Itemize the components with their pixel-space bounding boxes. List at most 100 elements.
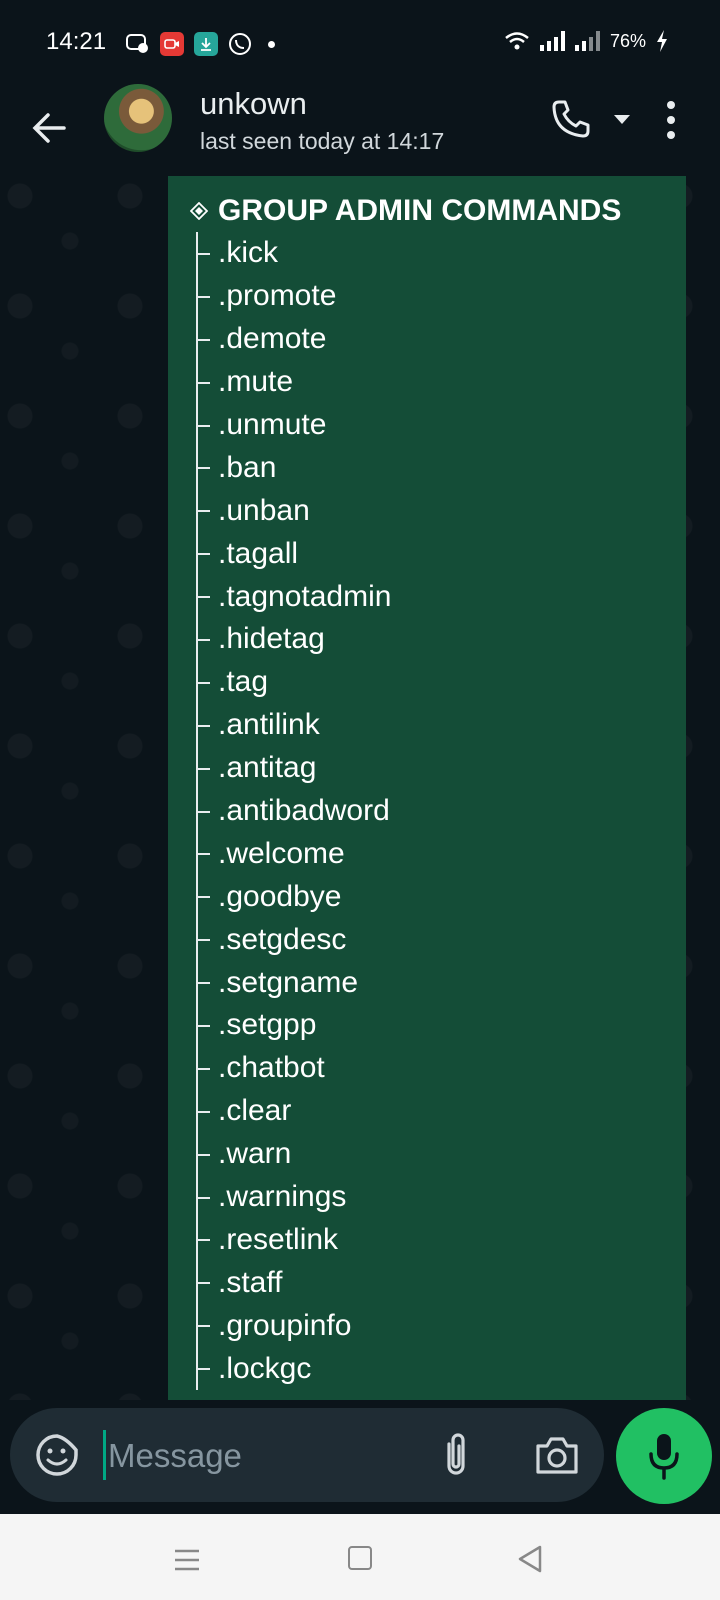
command-text: .staff	[218, 1265, 283, 1299]
voice-message-button[interactable]	[616, 1408, 712, 1504]
home-icon[interactable]	[348, 1546, 372, 1570]
tree-branch-icon	[190, 832, 218, 876]
tree-branch-icon	[190, 1132, 218, 1176]
tree-branch-icon	[190, 274, 218, 318]
tree-branch-icon	[190, 1347, 218, 1390]
download-icon	[194, 32, 218, 56]
tree-branch-icon	[190, 618, 218, 661]
sticker-emoji-icon[interactable]	[34, 1432, 80, 1478]
command-text: .clear	[218, 1094, 292, 1128]
wifi-icon	[505, 32, 529, 50]
command-text: .chatbot	[218, 1051, 325, 1085]
message-input[interactable]	[106, 1426, 410, 1486]
command-text: .hidetag	[218, 622, 325, 656]
command-item: .chatbot	[190, 1046, 391, 1090]
command-item: .promote	[190, 274, 391, 318]
notification-icons	[126, 32, 275, 56]
tree-branch-icon	[190, 1304, 218, 1348]
recent-apps-icon[interactable]	[172, 1548, 202, 1572]
call-dropdown-icon[interactable]	[612, 112, 632, 126]
more-notifications-dot	[268, 40, 275, 48]
battery-percentage: 76%	[609, 30, 646, 51]
command-text: .unban	[218, 493, 310, 527]
command-text: .unmute	[218, 408, 327, 441]
command-item: .antitag	[190, 746, 391, 790]
command-item: .welcome	[190, 832, 391, 876]
video-recording-icon	[160, 32, 184, 56]
command-text: .kick	[218, 236, 278, 270]
message-composer	[10, 1408, 604, 1502]
message-title: GROUP ADMIN COMMANDS	[190, 194, 621, 228]
signal-icon	[539, 31, 565, 51]
back-arrow-icon[interactable]	[28, 106, 72, 150]
tree-branch-icon	[190, 660, 218, 704]
status-bar: 14:21 76%	[0, 0, 720, 88]
command-item: .setgpp	[190, 1004, 391, 1047]
command-text: .tag	[218, 665, 269, 699]
command-item: .unban	[190, 489, 391, 533]
microphone-icon	[649, 1434, 679, 1480]
command-text: .promote	[218, 279, 337, 313]
command-item: .mute	[190, 360, 391, 404]
tree-branch-icon	[190, 1089, 218, 1133]
command-item: .hidetag	[190, 618, 391, 661]
command-item: .setgdesc	[190, 918, 391, 962]
command-list: .kick .promote .demote .mute .unmute .ban .unb…	[190, 232, 391, 1390]
signal-icon-2	[574, 31, 600, 51]
tree-branch-icon	[190, 918, 218, 962]
command-item: .unmute	[190, 403, 391, 447]
command-text: .tagall	[218, 536, 299, 570]
command-item: .groupinfo	[190, 1304, 391, 1348]
last-seen-status[interactable]: last seen today at 14:17	[200, 128, 444, 155]
tree-branch-icon	[190, 961, 218, 1004]
tree-branch-icon	[190, 575, 218, 618]
tree-branch-icon	[190, 360, 218, 404]
tree-branch-icon	[190, 1261, 218, 1305]
attach-icon[interactable]	[438, 1430, 474, 1480]
system-indicators: 76%	[504, 30, 668, 52]
command-text: .resetlink	[218, 1222, 339, 1256]
tree-branch-icon	[190, 232, 218, 275]
command-text: .setgname	[218, 965, 359, 999]
tree-branch-icon	[190, 1046, 218, 1090]
tree-branch-icon	[190, 1175, 218, 1219]
command-text: .setgdesc	[218, 922, 347, 956]
tree-branch-icon	[190, 789, 218, 833]
command-text: .welcome	[218, 836, 345, 870]
command-text: .antitag	[218, 751, 317, 785]
camera-icon[interactable]	[534, 1434, 580, 1476]
command-text: .antilink	[218, 708, 320, 742]
command-text: .mute	[218, 365, 294, 399]
message-bubble[interactable]: GROUP ADMIN COMMANDS .kick .promote .demot…	[168, 176, 686, 1400]
command-text: .groupinfo	[218, 1308, 352, 1342]
command-text: .ban	[218, 450, 277, 484]
avatar[interactable]	[104, 84, 172, 152]
phone-icon[interactable]	[550, 98, 592, 140]
more-options-icon[interactable]	[664, 100, 678, 140]
tree-branch-icon	[190, 703, 218, 747]
command-item: .setgname	[190, 961, 391, 1004]
command-text: .warn	[218, 1137, 292, 1171]
command-item: .staff	[190, 1261, 391, 1305]
tree-branch-icon	[190, 746, 218, 790]
messenger-icon	[126, 32, 150, 56]
contact-name[interactable]: unkown	[200, 86, 307, 122]
tree-branch-icon	[190, 875, 218, 919]
command-text: .lockgc	[218, 1351, 312, 1385]
command-item: .tagall	[190, 532, 391, 576]
command-text: .demote	[218, 322, 327, 356]
chat-area[interactable]: GROUP ADMIN COMMANDS .kick .promote .demot…	[0, 176, 720, 1400]
command-item: .resetlink	[190, 1218, 391, 1262]
status-time: 14:21	[46, 28, 107, 55]
command-text: .goodbye	[218, 879, 342, 913]
whatsapp-icon	[228, 32, 252, 56]
command-text: .antibadword	[218, 794, 390, 828]
tree-branch-icon	[190, 532, 218, 576]
tree-branch-icon	[190, 317, 218, 361]
tree-branch-icon	[190, 489, 218, 533]
command-item: .lockgc	[190, 1347, 391, 1390]
back-triangle-icon[interactable]	[516, 1544, 544, 1574]
command-item: .antilink	[190, 703, 391, 747]
command-item: .antibadword	[190, 789, 391, 833]
command-item: .demote	[190, 317, 391, 361]
